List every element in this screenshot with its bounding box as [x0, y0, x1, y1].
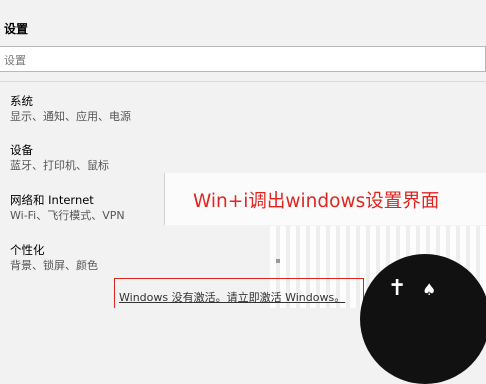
- maximize-button[interactable]: [406, 0, 446, 24]
- category-devices[interactable]: 设备 蓝牙、打印机、鼠标: [10, 143, 109, 174]
- decorative-mark: [276, 259, 280, 263]
- settings-search-input[interactable]: 设置: [0, 46, 486, 72]
- category-title: 网络和 Internet: [10, 193, 94, 207]
- category-description: Wi-Fi、飞行模式、VPN: [10, 209, 125, 222]
- annotation-box: Win+i调出windows设置界面: [164, 173, 486, 225]
- category-title: 系统: [10, 94, 33, 108]
- category-description: 蓝牙、打印机、鼠标: [10, 159, 109, 172]
- category-description: 显示、通知、应用、电源: [10, 110, 131, 123]
- window-controls: [366, 0, 486, 24]
- watermark-glyph-icon: ♠: [422, 280, 437, 299]
- window-title: 设置: [4, 22, 29, 36]
- category-title: 设备: [10, 143, 33, 157]
- category-system[interactable]: 系统 显示、通知、应用、电源: [10, 94, 131, 125]
- close-button[interactable]: [446, 0, 486, 24]
- activation-notice[interactable]: Windows 没有激活。请立即激活 Windows。: [114, 278, 364, 308]
- divider: [0, 81, 486, 82]
- watermark-logo: ✝ ♠: [360, 254, 486, 384]
- category-network[interactable]: 网络和 Internet Wi-Fi、飞行模式、VPN: [10, 193, 125, 224]
- minimize-button[interactable]: [366, 0, 406, 24]
- category-personalization[interactable]: 个性化 背景、锁屏、颜色: [10, 243, 98, 274]
- category-description: 背景、锁屏、颜色: [10, 259, 98, 272]
- annotation-text: Win+i调出windows设置界面: [193, 191, 440, 212]
- watermark-glyph-icon: ✝: [388, 276, 407, 301]
- title-bar: 设置: [0, 0, 486, 40]
- search-placeholder: 设置: [4, 54, 26, 67]
- activation-link[interactable]: Windows 没有激活。请立即激活 Windows。: [119, 289, 345, 305]
- category-title: 个性化: [10, 243, 45, 257]
